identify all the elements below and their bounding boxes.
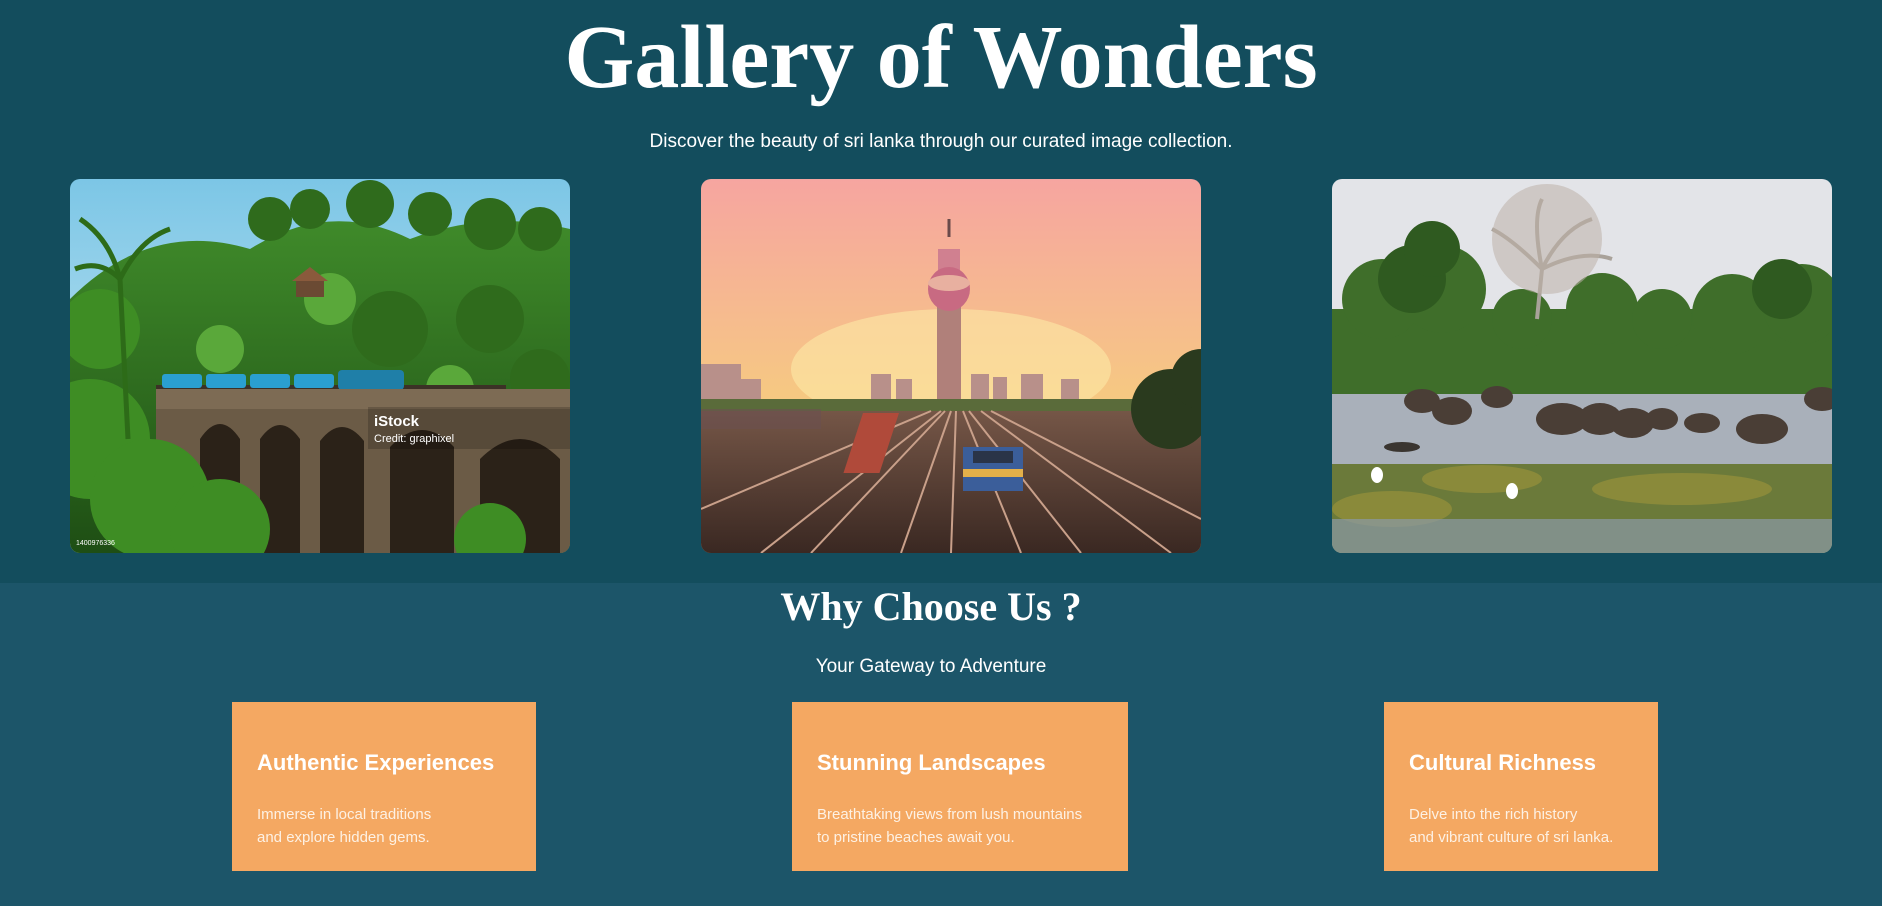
sunset-tower-image [701,179,1201,553]
feature-card-title: Authentic Experiences [257,750,495,775]
photo-train-bridge[interactable]: iStock Credit: graphixel 1400976336 [70,179,570,553]
feature-card-line: to pristine beaches await you. [817,829,1015,846]
feature-card-line: Breathtaking views from lush mountains [817,806,1083,823]
feature-card-culture: Cultural Richness Delve into the rich hi… [1384,702,1658,871]
feature-card-title: Cultural Richness [1409,750,1597,775]
photo-sunset-tower[interactable] [701,179,1201,553]
train-bridge-image: iStock Credit: graphixel 1400976336 [70,179,570,553]
feature-card-text: Immerse in local traditions and explore … [257,803,511,849]
feature-card-text: Delve into the rich history and vibrant … [1409,803,1633,849]
gallery-subtitle: Discover the beauty of sri lanka through… [649,131,1233,152]
feature-card-title: Stunning Landscapes [817,750,1046,775]
feature-card-text: Breathtaking views from lush mountains t… [817,803,1103,849]
why-choose-title: Why Choose Us ? [780,584,1082,629]
elephants-lake-image [1332,179,1832,553]
feature-card-line: Immerse in local traditions [257,806,432,823]
photo-elephants-lake[interactable] [1332,179,1832,553]
feature-card-line: and vibrant culture of sri lanka. [1409,829,1614,846]
why-choose-subtitle: Your Gateway to Adventure [815,656,1047,677]
feature-card-line: and explore hidden gems. [257,829,430,846]
feature-card-line: Delve into the rich history [1409,806,1578,823]
gallery-title: Gallery of Wonders [564,8,1318,107]
feature-card-authentic: Authentic Experiences Immerse in local t… [232,702,536,871]
image-stock-id: 1400976336 [76,540,115,547]
image-watermark: iStock [374,413,420,430]
gallery-section: Gallery of Wonders Discover the beauty o… [0,0,1882,583]
image-credit: Credit: graphixel [374,433,454,445]
feature-card-landscapes: Stunning Landscapes Breathtaking views f… [792,702,1128,871]
